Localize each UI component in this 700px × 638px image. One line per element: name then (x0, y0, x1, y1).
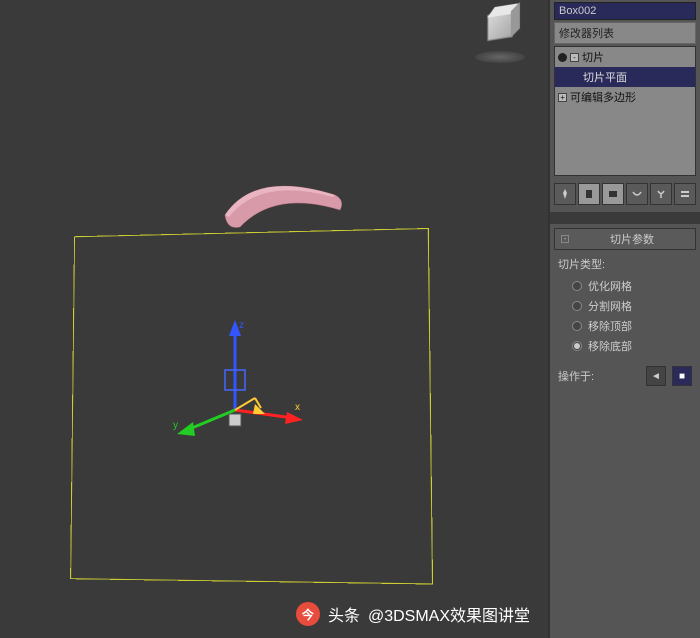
modifier-slice[interactable]: - 切片 (555, 47, 695, 67)
radio-icon[interactable] (572, 341, 582, 351)
rollup-title: 切片参数 (575, 231, 689, 247)
show-end-result-button[interactable] (578, 183, 600, 205)
viewcube-cube[interactable] (487, 11, 512, 41)
radio-split-label: 分割网格 (588, 298, 632, 314)
viewcube-base (475, 51, 525, 63)
remove-modifier-button[interactable] (626, 183, 648, 205)
viewcube[interactable] (470, 8, 530, 63)
radio-icon[interactable] (572, 321, 582, 331)
viewport-3d[interactable]: z x y 今 头条 @3DSMAX效果图讲堂 (0, 0, 548, 638)
watermark-prefix: 头条 (328, 602, 360, 626)
radio-remove-bottom-label: 移除底部 (588, 338, 632, 354)
modifier-stack-toolbar (550, 180, 700, 208)
watermark-logo-icon: 今 (296, 602, 320, 626)
slice-type-label: 切片类型: (558, 256, 692, 272)
square-icon: ■ (679, 371, 685, 382)
radio-refine-mesh[interactable]: 优化网格 (558, 276, 692, 296)
operate-on-poly-button[interactable]: ■ (672, 366, 692, 386)
watermark-handle: @3DSMAX效果图讲堂 (368, 602, 530, 626)
triangle-left-icon: ◄ (651, 371, 661, 382)
panel-divider (550, 212, 700, 224)
radio-split-mesh[interactable]: 分割网格 (558, 296, 692, 316)
command-panel: Box002 修改器列表 - 切片 切片平面 + 可编辑多边形 (548, 0, 700, 638)
make-unique-button[interactable] (602, 183, 624, 205)
modifier-list-dropdown[interactable]: 修改器列表 (554, 22, 696, 44)
operate-on-face-button[interactable]: ◄ (646, 366, 666, 386)
base-object-row[interactable]: + 可编辑多边形 (555, 87, 695, 107)
stack-options-button[interactable] (674, 183, 696, 205)
object-name-field[interactable]: Box002 (554, 2, 696, 20)
modifier-stack[interactable]: - 切片 切片平面 + 可编辑多边形 (554, 46, 696, 176)
operate-on-row: 操作于: ◄ ■ (558, 366, 692, 386)
slice-params-body: 切片类型: 优化网格 分割网格 移除顶部 移除底部 操作于: ◄ ■ (550, 252, 700, 390)
slice-params-rollup-header[interactable]: - 切片参数 (554, 228, 696, 250)
radio-remove-top-label: 移除顶部 (588, 318, 632, 334)
svg-text:z: z (239, 320, 244, 331)
radio-icon[interactable] (572, 301, 582, 311)
radio-refine-label: 优化网格 (588, 278, 632, 294)
configure-button[interactable] (650, 183, 672, 205)
svg-text:x: x (295, 402, 300, 413)
modifier-slice-plane[interactable]: 切片平面 (555, 67, 695, 87)
operate-on-label: 操作于: (558, 368, 594, 384)
expand-icon[interactable]: + (558, 93, 567, 102)
expand-icon[interactable]: - (570, 53, 579, 62)
modifier-slice-plane-label: 切片平面 (583, 69, 627, 85)
svg-text:y: y (173, 420, 178, 431)
visibility-toggle-icon[interactable] (558, 53, 567, 62)
rollup-collapse-icon[interactable]: - (561, 235, 569, 243)
watermark: 今 头条 @3DSMAX效果图讲堂 (296, 602, 530, 626)
transform-gizmo[interactable]: z x y (165, 310, 325, 470)
base-object-label: 可编辑多边形 (570, 89, 636, 105)
radio-remove-top[interactable]: 移除顶部 (558, 316, 692, 336)
radio-remove-bottom[interactable]: 移除底部 (558, 336, 692, 356)
modifier-slice-label: 切片 (582, 49, 604, 65)
pin-stack-button[interactable] (554, 183, 576, 205)
pink-mesh-object[interactable] (215, 175, 355, 235)
radio-icon[interactable] (572, 281, 582, 291)
